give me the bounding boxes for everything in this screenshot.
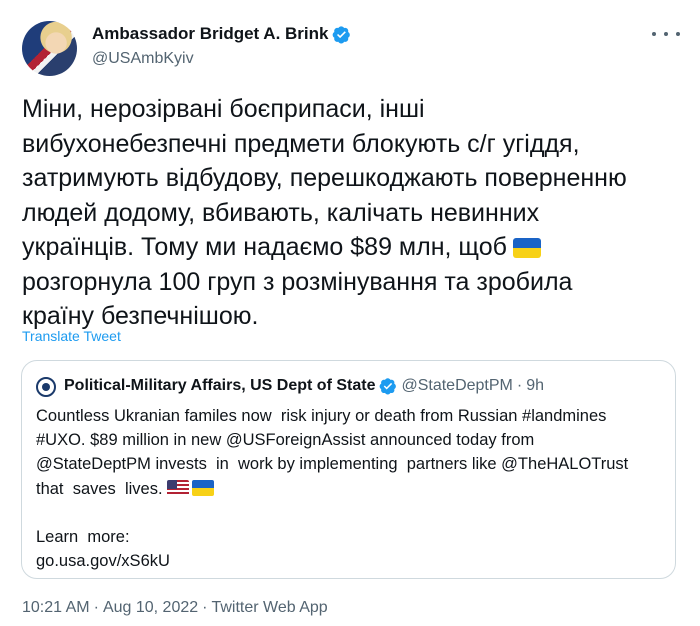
author-name-row: Ambassador Bridget A. Brink — [92, 24, 351, 44]
tweet-source[interactable]: Twitter Web App — [211, 599, 327, 616]
separator-dot: · — [93, 599, 99, 616]
quoted-text-line: #UXO. $89 million in new @USForeignAssis… — [36, 431, 535, 450]
separator-dot: · — [516, 377, 523, 394]
quoted-author-handle[interactable]: @StateDeptPM — [401, 377, 512, 395]
tweet-text-tail: розгорнула 100 груп з розмінування та зр… — [22, 267, 573, 331]
tweet-time[interactable]: 10:21 AM — [22, 599, 90, 616]
more-dot-icon — [664, 32, 668, 36]
quoted-tweet-body: Countless Ukranian familes now risk inju… — [36, 404, 661, 573]
tweet-text-main: Міни, нерозірвані боєприпаси, інші вибух… — [22, 95, 627, 261]
more-dot-icon — [676, 32, 680, 36]
author-handle[interactable]: @USAmbKyiv — [92, 50, 194, 68]
quoted-author-avatar[interactable] — [36, 377, 56, 397]
flag-united-states-icon — [166, 479, 189, 496]
quoted-text-line: that saves lives. — [36, 479, 163, 498]
learn-more-label: Learn more: — [36, 528, 130, 547]
tweet-date[interactable]: Aug 10, 2022 — [103, 599, 198, 616]
author-avatar[interactable] — [22, 21, 77, 76]
flag-ukraine-icon — [191, 479, 214, 496]
quoted-tweet-time[interactable]: 9h — [526, 377, 544, 395]
tweet-metadata: 10:21 AM · Aug 10, 2022 · Twitter Web App — [22, 599, 328, 617]
more-options-button[interactable] — [652, 24, 680, 44]
quoted-tweet[interactable]: Political-Military Affairs, US Dept of S… — [21, 360, 676, 579]
flag-ukraine-icon — [512, 238, 541, 259]
quoted-author-name[interactable]: Political-Military Affairs, US Dept of S… — [64, 377, 375, 395]
author-name[interactable]: Ambassador Bridget A. Brink — [92, 24, 328, 44]
quoted-text-line: @StateDeptPM invests in work by implemen… — [36, 455, 629, 474]
quoted-text-line: Countless Ukranian familes now risk inju… — [36, 407, 607, 425]
more-dot-icon — [652, 32, 656, 36]
verified-badge-icon — [380, 378, 397, 395]
quoted-link[interactable]: go.usa.gov/xS6kU — [36, 549, 661, 573]
separator-dot: · — [202, 599, 208, 616]
tweet-text: Міни, нерозірвані боєприпаси, інші вибух… — [22, 92, 662, 334]
quoted-text-line-with-flags: that saves lives. — [36, 477, 661, 501]
quoted-tweet-header: Political-Military Affairs, US Dept of S… — [64, 377, 544, 395]
verified-badge-icon — [333, 25, 351, 43]
translate-tweet-link[interactable]: Translate Tweet — [22, 328, 121, 344]
